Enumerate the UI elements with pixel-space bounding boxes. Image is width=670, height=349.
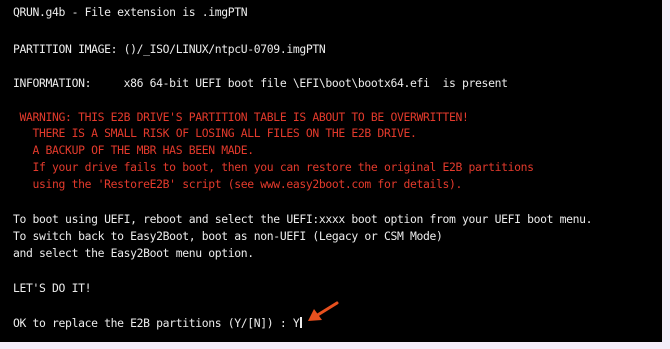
terminal-screen: QRUN.g4b - File extension is .imgPTN PAR… [0, 0, 662, 342]
arrow-icon [308, 301, 339, 321]
warning-line: WARNING: THIS E2B DRIVE'S PARTITION TABL… [13, 110, 469, 124]
warning-line: If your drive fails to boot, then you ca… [13, 160, 534, 174]
prompt-text: OK to replace the E2B partitions (Y/[N])… [13, 316, 293, 330]
prompt-line[interactable]: OK to replace the E2B partitions (Y/[N])… [13, 316, 303, 330]
warning-line: using the 'RestoreE2B' script (see www.e… [13, 177, 463, 191]
header-line: QRUN.g4b - File extension is .imgPTN [13, 5, 248, 19]
prompt-input[interactable]: Y [293, 316, 300, 330]
uefi-line: To switch back to Easy2Boot, boot as non… [13, 229, 443, 243]
warning-line: A BACKUP OF THE MBR HAS BEEN MADE. [13, 143, 255, 157]
frame-border-bottom [0, 342, 670, 349]
text-cursor [300, 317, 303, 328]
uefi-line: and select the Easy2Boot menu option. [13, 246, 254, 260]
uefi-line: To boot using UEFI, reboot and select th… [13, 212, 593, 226]
information-line: INFORMATION: x86 64-bit UEFI boot file \… [13, 76, 508, 90]
partition-image-line: PARTITION IMAGE: ()/_ISO/LINUX/ntpcU-070… [13, 42, 326, 56]
lets-do-it-line: LET'S DO IT! [13, 281, 92, 295]
warning-block: WARNING: THIS E2B DRIVE'S PARTITION TABL… [0, 110, 662, 210]
frame-border-right [662, 0, 670, 349]
warning-line: THERE IS A SMALL RISK OF LOSING ALL FILE… [13, 126, 417, 140]
